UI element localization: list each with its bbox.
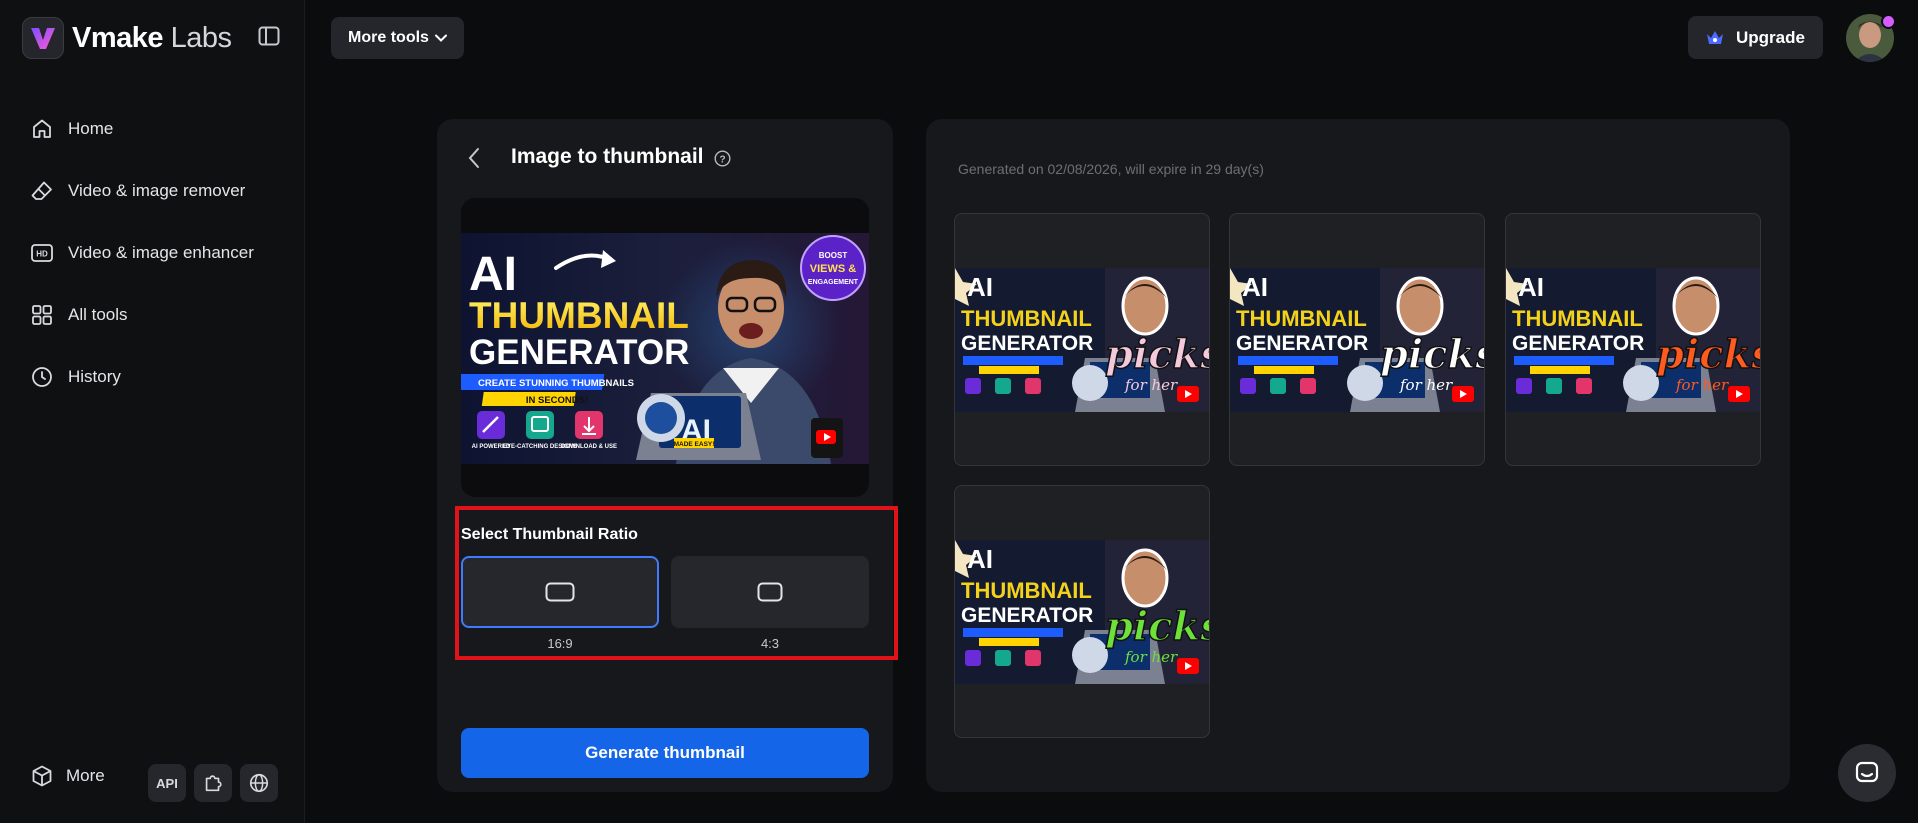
svg-text:AI: AI [967,544,993,574]
preview-title-generator: GENERATOR [469,333,689,372]
svg-text:AI: AI [1518,272,1544,302]
uploaded-image-preview: AI MADE EASY! BOOST VIEWS & ENGAGEMENT A… [461,198,869,497]
svg-text:THUMBNAIL: THUMBNAIL [1236,306,1367,331]
chevron-down-icon [434,34,447,42]
generated-thumbnail-image: AI THUMBNAIL GENERATOR picks for her [1506,268,1761,412]
chat-icon [1855,761,1879,783]
sidebar-item-all-tools[interactable]: All tools [30,284,254,346]
preview-feature-3: DOWNLOAD & USE [561,444,617,450]
brand-logo[interactable]: Vmake Labs [22,17,232,59]
home-icon [33,119,51,138]
thumbnail-caption: picks [1656,331,1761,378]
crown-icon [1707,30,1724,44]
hd-icon: HD [31,244,53,262]
thumbnail-subcaption: for her [1124,648,1178,666]
sidebar-toggle-icon[interactable] [258,26,282,48]
grid-icon [32,305,52,325]
svg-text:?: ? [719,154,725,165]
svg-text:GENERATOR: GENERATOR [1512,332,1644,355]
generated-thumbnail-image: AI THUMBNAIL GENERATOR picks for her [1230,268,1485,412]
results-panel: Generated on 02/08/2026, will expire in … [926,119,1790,792]
generated-thumbnail-card[interactable]: AI THUMBNAIL GENERATOR picks for her [954,213,1210,466]
ratio-highlight-box [455,506,898,660]
chevron-left-icon [468,148,479,168]
generate-thumbnail-button[interactable]: Generate thumbnail [461,728,869,778]
svg-text:AI: AI [967,272,993,302]
sidebar-item-remover[interactable]: Video & image remover [30,160,254,222]
sidebar-item-history[interactable]: History [30,346,254,408]
svg-text:GENERATOR: GENERATOR [961,332,1093,355]
sidebar-item-label: Video & image enhancer [68,243,254,262]
svg-text:THUMBNAIL: THUMBNAIL [961,306,1092,331]
thumbnail-subcaption: for her [1124,376,1178,394]
globe-icon [249,773,269,793]
svg-text:AI: AI [1242,272,1268,302]
generated-thumbnail-card[interactable]: AI THUMBNAIL GENERATOR picks for her [1229,213,1485,466]
sidebar-item-home[interactable]: Home [30,98,254,160]
upgrade-button[interactable]: Upgrade [1688,16,1823,59]
thumbnail-caption: picks [1105,331,1210,378]
language-button[interactable] [240,764,278,802]
generation-info: Generated on 02/08/2026, will expire in … [958,161,1264,177]
sidebar-item-label: Video & image remover [68,181,246,200]
generated-thumbnail-image: AI THUMBNAIL GENERATOR picks for her [955,268,1210,412]
upgrade-label: Upgrade [1736,27,1805,47]
clock-icon [32,367,52,387]
back-button[interactable] [467,147,481,174]
thumbnail-subcaption: for her [1675,376,1729,394]
sidebar-quick-buttons: API [148,764,278,802]
tool-panel: Image to thumbnail ? AI MADE EASY! BOOST… [437,119,893,792]
eraser-icon [31,181,52,200]
more-tools-dropdown[interactable]: More tools [331,17,464,59]
svg-text:HD: HD [36,250,48,259]
vmake-logo-icon [22,17,64,59]
generated-thumbnail-card[interactable]: AI THUMBNAIL GENERATOR picks for her [1505,213,1761,466]
sidebar-item-label: Home [68,119,114,138]
svg-text:ENGAGEMENT: ENGAGEMENT [808,279,859,286]
svg-text:THUMBNAIL: THUMBNAIL [961,578,1092,603]
avatar-status-badge [1881,14,1896,29]
plugin-button[interactable] [194,764,232,802]
sidebar: Vmake Labs Home Video & image remover HD… [0,0,305,823]
sidebar-item-label: All tools [68,305,128,324]
thumbnail-caption: picks [1380,331,1485,378]
generated-thumbnail-image: AI THUMBNAIL GENERATOR picks for her [955,540,1210,684]
help-icon[interactable]: ? [714,150,731,172]
svg-text:THUMBNAIL: THUMBNAIL [1512,306,1643,331]
sidebar-nav: Home Video & image remover HD Video & im… [30,98,254,408]
chat-support-button[interactable] [1838,744,1896,802]
api-button[interactable]: API [148,764,186,802]
generated-thumbnail-card[interactable]: AI THUMBNAIL GENERATOR picks for her [954,485,1210,738]
thumbnail-subcaption: for her [1399,376,1453,394]
svg-text:GENERATOR: GENERATOR [1236,332,1368,355]
preview-banner: CREATE STUNNING THUMBNAILS [478,378,634,389]
more-label: More [66,766,105,785]
brand-name: Vmake Labs [72,21,232,54]
sidebar-more[interactable]: More [30,764,105,788]
more-tools-label: More tools [348,29,429,46]
sidebar-item-label: History [68,367,121,386]
thumbnail-caption: picks [1105,603,1210,650]
svg-text:GENERATOR: GENERATOR [961,604,1093,627]
svg-text:BOOST: BOOST [819,251,848,260]
page-title: Image to thumbnail [511,145,704,168]
preview-title-thumbnail: THUMBNAIL [469,295,689,336]
preview-subbanner: IN SECONDS! [526,395,588,406]
preview-title-ai: AI [469,248,517,301]
sidebar-item-enhancer[interactable]: HD Video & image enhancer [30,222,254,284]
box-icon [32,765,52,787]
svg-text:VIEWS &: VIEWS & [810,263,857,275]
puzzle-icon [205,775,222,792]
preview-ai-screen-sub: MADE EASY! [674,441,715,448]
